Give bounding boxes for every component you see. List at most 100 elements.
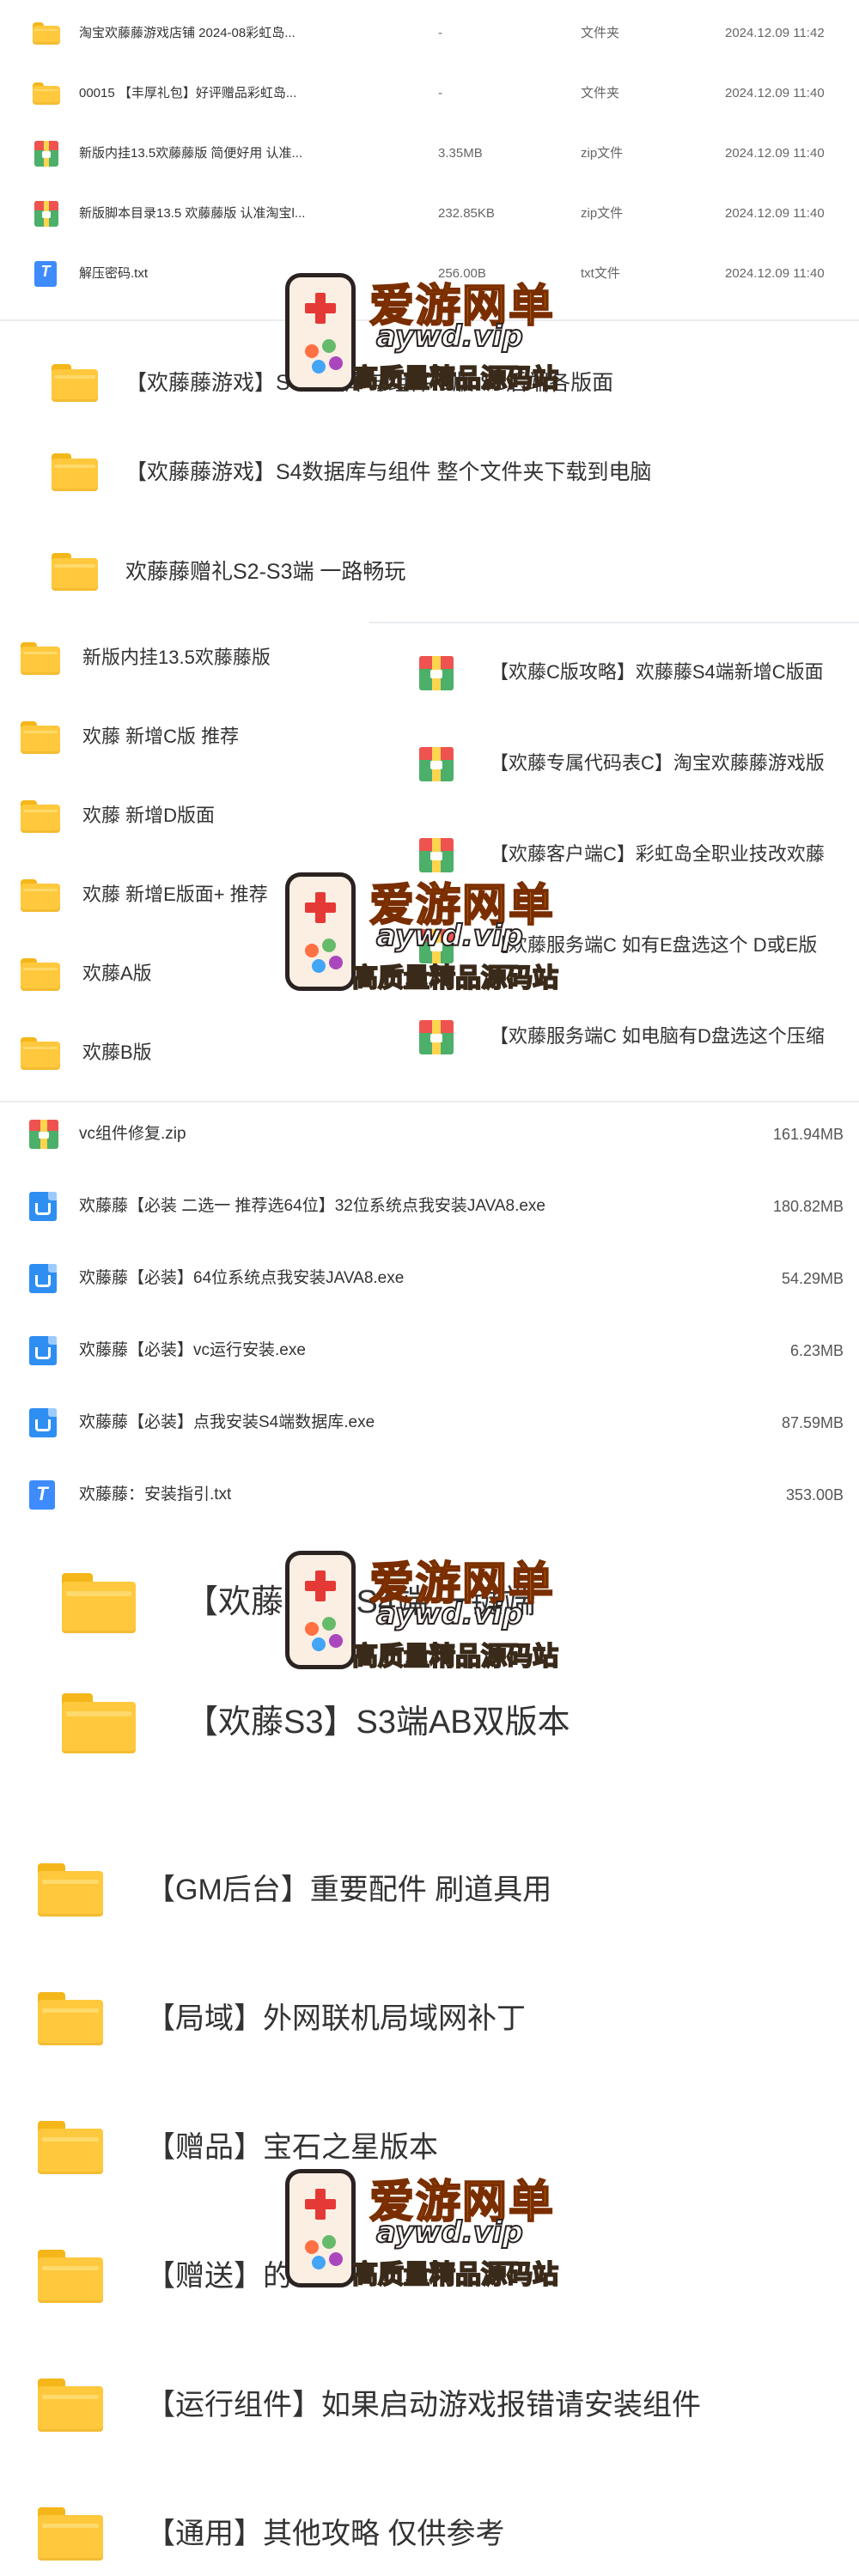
exe-file-icon (29, 1408, 57, 1437)
table-row[interactable]: 00015 【丰厚礼包】好评赠品彩虹岛... - 文件夹 2024.12.09 … (0, 79, 859, 113)
folder-icon (52, 553, 98, 591)
file-date: 2024.12.09 11:40 (725, 86, 825, 100)
folder-name: 新版内挂13.5欢藤藤版 (82, 647, 271, 668)
file-type: zip文件 (581, 206, 624, 221)
zip-file-icon (419, 1020, 454, 1054)
exe-file-icon (29, 1192, 57, 1221)
file-size: 87.59MB (781, 1414, 844, 1431)
list-item[interactable]: 欢藤B版 (0, 1030, 404, 1075)
list-item[interactable]: 【欢藤专属代码表C】淘宝欢藤藤游戏版 (404, 742, 859, 785)
file-type: zip文件 (581, 146, 624, 161)
folder-icon (38, 2121, 103, 2174)
folder-name: 欢藤 新增D版面 (82, 805, 216, 826)
file-name: 新版脚本目录13.5 欢藤藤版 认准淘宝l... (79, 206, 306, 221)
list-item[interactable]: 【欢藤服务端C 如电脑有D盘选这个压缩 (404, 1015, 859, 1058)
file-size: 180.82MB (772, 1198, 844, 1215)
folder-name: 欢藤 新增C版 推荐 (82, 726, 240, 747)
list-item[interactable]: T 欢藤藤：安装指引.txt 353.00B (0, 1473, 859, 1516)
folder-name: 【局域】外网联机局域网补丁 (146, 2002, 526, 2035)
list-item[interactable]: 欢藤藤【必装】点我安装S4端数据库.exe 87.59MB (0, 1401, 859, 1444)
installer-list-section: vc组件修复.zip 161.94MB 欢藤藤【必装 二选一 推荐选64位】32… (0, 1103, 859, 1532)
file-name: 欢藤藤【必装】vc运行安装.exe (79, 1341, 306, 1359)
zip-file-icon (419, 656, 454, 690)
list-item[interactable]: 【局域】外网联机局域网补丁 (0, 1989, 859, 2049)
gamepad-icon (285, 1551, 356, 1669)
folder-icon (62, 1573, 136, 1633)
watermark-slogan: 高质量精品源码站 (351, 963, 559, 994)
folder-icon (21, 721, 60, 754)
file-name: 00015 【丰厚礼包】好评赠品彩虹岛... (79, 86, 297, 100)
file-date: 2024.12.09 11:40 (725, 266, 825, 281)
file-size: - (438, 86, 442, 100)
file-size: 353.00B (785, 1486, 844, 1504)
list-item[interactable]: 新版内挂13.5欢藤藤版 (0, 635, 404, 680)
watermark-slogan: 高质量精品源码站 (351, 1641, 559, 1673)
zip-name: 【欢藤服务端C 如电脑有D盘选这个压缩 (490, 1025, 825, 1047)
folder-icon (38, 2379, 103, 2432)
file-name: 欢藤藤【必装 二选一 推荐选64位】32位系统点我安装JAVA8.exe (79, 1197, 546, 1215)
folder-icon (33, 82, 60, 105)
watermark: 爱游网单 aywd.vip 高质量精品源码站 (275, 2164, 601, 2293)
left-folder-pane: 新版内挂13.5欢藤藤版 欢藤 新增C版 推荐 欢藤 新增D版面 欢藤 新增E版… (0, 623, 404, 1101)
gamepad-icon (285, 2169, 356, 2287)
split-list-section: 新版内挂13.5欢藤藤版 欢藤 新增C版 推荐 欢藤 新增D版面 欢藤 新增E版… (0, 623, 859, 1101)
folder-icon (38, 1863, 103, 1917)
watermark-domain: aywd.vip (375, 319, 524, 355)
file-date: 2024.12.09 11:40 (725, 146, 825, 161)
list-item[interactable]: 【GM后台】重要配件 刷道具用 (0, 1860, 859, 1920)
file-size: 161.94MB (772, 1126, 844, 1143)
folder-name: 【欢藤藤游戏】S4数据库与组件 整个文件夹下载到电脑 (125, 460, 652, 484)
list-item[interactable]: 【通用】其他攻略 仅供参考 (0, 2504, 859, 2564)
zip-name: 【欢藤C版攻略】欢藤藤S4端新增C版面 (490, 661, 824, 683)
zip-file-icon (34, 201, 58, 227)
folder-icon (62, 1693, 136, 1753)
folder-name: 【通用】其他攻略 仅供参考 (146, 2518, 505, 2550)
file-size: 3.35MB (438, 146, 483, 161)
folder-icon (38, 2250, 103, 2303)
file-size: 54.29MB (781, 1270, 844, 1287)
list-item[interactable]: 欢藤 新增D版面 (0, 793, 404, 838)
folder-icon (21, 879, 60, 912)
list-item[interactable]: 欢藤藤赠礼S2-S3端 一路畅玩 (0, 548, 859, 599)
list-item[interactable]: 欢藤 新增C版 推荐 (0, 714, 404, 759)
folder-icon (33, 22, 60, 45)
list-item[interactable]: 【运行组件】如果启动游戏报错请安装组件 (0, 2375, 859, 2435)
list-item[interactable]: 欢藤藤【必装】64位系统点我安装JAVA8.exe 54.29MB (0, 1257, 859, 1300)
table-row[interactable]: 新版脚本目录13.5 欢藤藤版 认准淘宝l... 232.85KB zip文件 … (0, 199, 859, 234)
file-name: 淘宝欢藤藤游戏店铺 2024-08彩虹岛... (79, 26, 295, 40)
file-name: vc组件修复.zip (79, 1125, 186, 1143)
table-row[interactable]: 淘宝欢藤藤游戏店铺 2024-08彩虹岛... - 文件夹 2024.12.09… (0, 19, 859, 53)
folder-icon (21, 800, 60, 833)
zip-file-icon (29, 1120, 58, 1149)
watermark-slogan: 高质量精品源码站 (351, 2259, 559, 2291)
watermark: 爱游网单 aywd.vip 高质量精品源码站 (275, 867, 601, 996)
list-item[interactable]: vc组件修复.zip 161.94MB (0, 1113, 859, 1156)
exe-file-icon (29, 1264, 57, 1293)
folder-icon (21, 1037, 60, 1070)
gamepad-icon (285, 872, 356, 991)
zip-name: 【欢藤专属代码表C】淘宝欢藤藤游戏版 (490, 752, 825, 774)
folder-name: 欢藤藤赠礼S2-S3端 一路畅玩 (125, 560, 406, 584)
list-item[interactable]: 欢藤藤【必装 二选一 推荐选64位】32位系统点我安装JAVA8.exe 180… (0, 1185, 859, 1228)
file-type: 文件夹 (581, 26, 620, 40)
list-item[interactable]: 【欢藤C版攻略】欢藤藤S4端新增C版面 (404, 651, 859, 694)
watermark-domain: aywd.vip (375, 918, 524, 954)
file-name: 新版内挂13.5欢藤藤版 简便好用 认准... (79, 146, 303, 161)
folder-name: 【GM后台】重要配件 刷道具用 (146, 1874, 552, 1906)
gamepad-icon (285, 273, 356, 392)
watermark-slogan: 高质量精品源码站 (351, 363, 559, 395)
list-item[interactable]: 【欢藤藤游戏】S4数据库与组件 整个文件夹下载到电脑 (0, 448, 859, 500)
folder-name: 欢藤B版 (82, 1042, 152, 1063)
watermark-domain: aywd.vip (375, 2215, 524, 2251)
watermark: 爱游网单 aywd.vip 高质量精品源码站 (275, 268, 601, 397)
zip-file-icon (34, 141, 58, 167)
list-item[interactable]: 欢藤藤【必装】vc运行安装.exe 6.23MB (0, 1329, 859, 1372)
watermark: 爱游网单 aywd.vip 高质量精品源码站 (275, 1546, 601, 1674)
zip-file-icon (419, 747, 454, 781)
file-size: 6.23MB (789, 1342, 844, 1359)
list-item[interactable]: 【欢藤S3】S3端AB双版本 (0, 1688, 859, 1757)
txt-file-icon: T (34, 261, 57, 287)
file-date: 2024.12.09 11:40 (725, 206, 825, 221)
table-row[interactable]: 新版内挂13.5欢藤藤版 简便好用 认准... 3.35MB zip文件 202… (0, 139, 859, 173)
folder-icon (52, 453, 98, 491)
